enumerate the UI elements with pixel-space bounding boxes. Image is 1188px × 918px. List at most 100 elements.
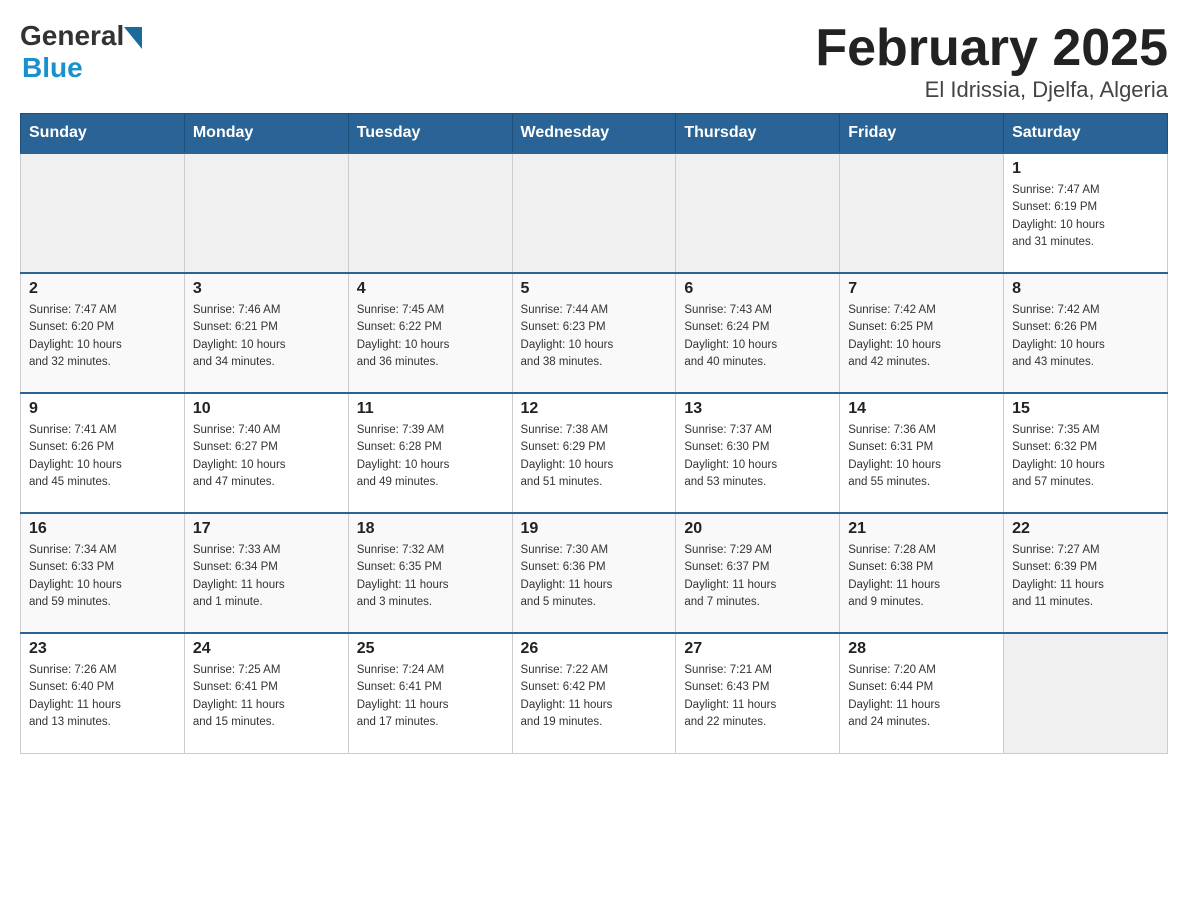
table-row bbox=[840, 153, 1004, 273]
day-number: 4 bbox=[357, 280, 504, 298]
day-info: Sunrise: 7:24 AMSunset: 6:41 PMDaylight:… bbox=[357, 662, 504, 731]
table-row: 15Sunrise: 7:35 AMSunset: 6:32 PMDayligh… bbox=[1004, 393, 1168, 513]
calendar-week-row: 1Sunrise: 7:47 AMSunset: 6:19 PMDaylight… bbox=[21, 153, 1168, 273]
day-number: 26 bbox=[521, 640, 668, 658]
table-row: 1Sunrise: 7:47 AMSunset: 6:19 PMDaylight… bbox=[1004, 153, 1168, 273]
table-row bbox=[21, 153, 185, 273]
table-row bbox=[348, 153, 512, 273]
table-row: 19 Sunrise: 7:30 AMSunset: 6:36 PMDayligh… bbox=[512, 513, 676, 633]
day-info: Sunrise: 7:40 AMSunset: 6:27 PMDaylight:… bbox=[193, 422, 340, 491]
calendar-subtitle: El Idrissia, Djelfa, Algeria bbox=[815, 77, 1168, 103]
calendar-header-row: Sunday Monday Tuesday Wednesday Thursday… bbox=[21, 114, 1168, 154]
day-info: Sunrise: 7:39 AMSunset: 6:28 PMDaylight:… bbox=[357, 422, 504, 491]
day-number: 25 bbox=[357, 640, 504, 658]
calendar-week-row: 9 Sunrise: 7:41 AMSunset: 6:26 PMDaylight… bbox=[21, 393, 1168, 513]
header-wednesday: Wednesday bbox=[512, 114, 676, 154]
day-number: 6 bbox=[684, 280, 831, 298]
table-row bbox=[676, 153, 840, 273]
day-info: Sunrise: 7:34 AMSunset: 6:33 PMDaylight:… bbox=[29, 542, 176, 611]
day-info: Sunrise: 7:47 AMSunset: 6:20 PMDaylight:… bbox=[29, 302, 176, 371]
day-info: Sunrise: 7:26 AMSunset: 6:40 PMDaylight:… bbox=[29, 662, 176, 731]
table-row: 24Sunrise: 7:25 AMSunset: 6:41 PMDayligh… bbox=[184, 633, 348, 753]
header-monday: Monday bbox=[184, 114, 348, 154]
header-friday: Friday bbox=[840, 114, 1004, 154]
day-number: 3 bbox=[193, 280, 340, 298]
day-info: Sunrise: 7:32 AMSunset: 6:35 PMDaylight:… bbox=[357, 542, 504, 611]
header-saturday: Saturday bbox=[1004, 114, 1168, 154]
table-row: 8Sunrise: 7:42 AMSunset: 6:26 PMDaylight… bbox=[1004, 273, 1168, 393]
day-info: Sunrise: 7:44 AMSunset: 6:23 PMDaylight:… bbox=[521, 302, 668, 371]
table-row: 22Sunrise: 7:27 AMSunset: 6:39 PMDayligh… bbox=[1004, 513, 1168, 633]
table-row: 23 Sunrise: 7:26 AMSunset: 6:40 PMDayligh… bbox=[21, 633, 185, 753]
day-info: Sunrise: 7:46 AMSunset: 6:21 PMDaylight:… bbox=[193, 302, 340, 371]
day-number: 22 bbox=[1012, 520, 1159, 538]
day-number: 10 bbox=[193, 400, 340, 418]
day-number: 1 bbox=[1012, 160, 1159, 178]
table-row: 7 Sunrise: 7:42 AMSunset: 6:25 PMDaylight… bbox=[840, 273, 1004, 393]
day-info: Sunrise: 7:25 AMSunset: 6:41 PMDaylight:… bbox=[193, 662, 340, 731]
table-row: 12 Sunrise: 7:38 AMSunset: 6:29 PMDayligh… bbox=[512, 393, 676, 513]
day-info: Sunrise: 7:21 AMSunset: 6:43 PMDaylight:… bbox=[684, 662, 831, 731]
table-row: 16 Sunrise: 7:34 AMSunset: 6:33 PMDayligh… bbox=[21, 513, 185, 633]
table-row: 18 Sunrise: 7:32 AMSunset: 6:35 PMDayligh… bbox=[348, 513, 512, 633]
day-info: Sunrise: 7:28 AMSunset: 6:38 PMDaylight:… bbox=[848, 542, 995, 611]
table-row: 13 Sunrise: 7:37 AMSunset: 6:30 PMDayligh… bbox=[676, 393, 840, 513]
day-number: 20 bbox=[684, 520, 831, 538]
day-number: 19 bbox=[521, 520, 668, 538]
calendar-table: Sunday Monday Tuesday Wednesday Thursday… bbox=[20, 113, 1168, 754]
table-row: 27 Sunrise: 7:21 AMSunset: 6:43 PMDayligh… bbox=[676, 633, 840, 753]
table-row: 3 Sunrise: 7:46 AMSunset: 6:21 PMDaylight… bbox=[184, 273, 348, 393]
day-number: 14 bbox=[848, 400, 995, 418]
calendar-week-row: 23 Sunrise: 7:26 AMSunset: 6:40 PMDayligh… bbox=[21, 633, 1168, 753]
day-number: 13 bbox=[684, 400, 831, 418]
logo: General Blue bbox=[20, 20, 142, 84]
table-row: 10 Sunrise: 7:40 AMSunset: 6:27 PMDayligh… bbox=[184, 393, 348, 513]
table-row bbox=[1004, 633, 1168, 753]
day-info: Sunrise: 7:38 AMSunset: 6:29 PMDaylight:… bbox=[521, 422, 668, 491]
page-header: General Blue February 2025 El Idrissia, … bbox=[20, 20, 1168, 103]
day-info: Sunrise: 7:37 AMSunset: 6:30 PMDaylight:… bbox=[684, 422, 831, 491]
day-number: 21 bbox=[848, 520, 995, 538]
day-number: 9 bbox=[29, 400, 176, 418]
table-row: 17 Sunrise: 7:33 AMSunset: 6:34 PMDayligh… bbox=[184, 513, 348, 633]
table-row: 20Sunrise: 7:29 AMSunset: 6:37 PMDayligh… bbox=[676, 513, 840, 633]
header-sunday: Sunday bbox=[21, 114, 185, 154]
day-info: Sunrise: 7:41 AMSunset: 6:26 PMDaylight:… bbox=[29, 422, 176, 491]
day-info: Sunrise: 7:42 AMSunset: 6:26 PMDaylight:… bbox=[1012, 302, 1159, 371]
day-number: 12 bbox=[521, 400, 668, 418]
table-row: 26 Sunrise: 7:22 AMSunset: 6:42 PMDayligh… bbox=[512, 633, 676, 753]
day-info: Sunrise: 7:30 AMSunset: 6:36 PMDaylight:… bbox=[521, 542, 668, 611]
title-block: February 2025 El Idrissia, Djelfa, Alger… bbox=[815, 20, 1168, 103]
table-row: 25 Sunrise: 7:24 AMSunset: 6:41 PMDayligh… bbox=[348, 633, 512, 753]
table-row: 4 Sunrise: 7:45 AMSunset: 6:22 PMDaylight… bbox=[348, 273, 512, 393]
day-info: Sunrise: 7:35 AMSunset: 6:32 PMDaylight:… bbox=[1012, 422, 1159, 491]
calendar-title: February 2025 bbox=[815, 20, 1168, 77]
day-number: 28 bbox=[848, 640, 995, 658]
day-number: 23 bbox=[29, 640, 176, 658]
day-number: 27 bbox=[684, 640, 831, 658]
day-number: 18 bbox=[357, 520, 504, 538]
table-row bbox=[512, 153, 676, 273]
table-row: 5 Sunrise: 7:44 AMSunset: 6:23 PMDaylight… bbox=[512, 273, 676, 393]
day-info: Sunrise: 7:36 AMSunset: 6:31 PMDaylight:… bbox=[848, 422, 995, 491]
calendar-week-row: 2 Sunrise: 7:47 AMSunset: 6:20 PMDaylight… bbox=[21, 273, 1168, 393]
table-row: 2 Sunrise: 7:47 AMSunset: 6:20 PMDaylight… bbox=[21, 273, 185, 393]
day-info: Sunrise: 7:33 AMSunset: 6:34 PMDaylight:… bbox=[193, 542, 340, 611]
day-info: Sunrise: 7:42 AMSunset: 6:25 PMDaylight:… bbox=[848, 302, 995, 371]
day-number: 7 bbox=[848, 280, 995, 298]
day-info: Sunrise: 7:43 AMSunset: 6:24 PMDaylight:… bbox=[684, 302, 831, 371]
table-row: 6 Sunrise: 7:43 AMSunset: 6:24 PMDaylight… bbox=[676, 273, 840, 393]
table-row bbox=[184, 153, 348, 273]
day-number: 2 bbox=[29, 280, 176, 298]
day-number: 11 bbox=[357, 400, 504, 418]
table-row: 9 Sunrise: 7:41 AMSunset: 6:26 PMDaylight… bbox=[21, 393, 185, 513]
day-number: 16 bbox=[29, 520, 176, 538]
table-row: 28 Sunrise: 7:20 AMSunset: 6:44 PMDayligh… bbox=[840, 633, 1004, 753]
day-info: Sunrise: 7:22 AMSunset: 6:42 PMDaylight:… bbox=[521, 662, 668, 731]
day-number: 5 bbox=[521, 280, 668, 298]
header-thursday: Thursday bbox=[676, 114, 840, 154]
day-info: Sunrise: 7:20 AMSunset: 6:44 PMDaylight:… bbox=[848, 662, 995, 731]
day-info: Sunrise: 7:45 AMSunset: 6:22 PMDaylight:… bbox=[357, 302, 504, 371]
table-row: 14 Sunrise: 7:36 AMSunset: 6:31 PMDayligh… bbox=[840, 393, 1004, 513]
day-number: 17 bbox=[193, 520, 340, 538]
